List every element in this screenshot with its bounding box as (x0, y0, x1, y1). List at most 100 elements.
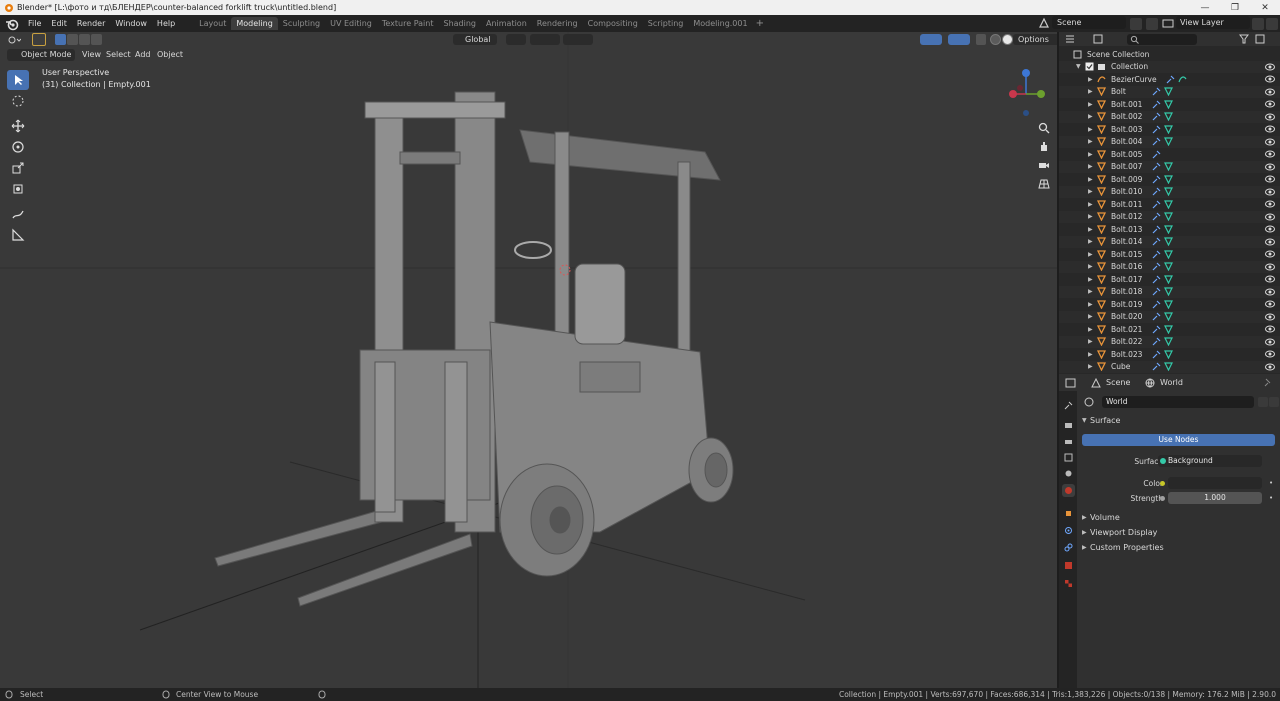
eye-icon[interactable] (1265, 124, 1275, 134)
outliner-item[interactable]: ▶ Bolt.013 (1059, 223, 1280, 236)
modifier-wrench-icon[interactable] (1152, 300, 1161, 309)
mesh-data-icon[interactable] (1164, 100, 1173, 109)
eye-icon[interactable] (1265, 324, 1275, 334)
modifier-wrench-icon[interactable] (1152, 162, 1161, 171)
close-button[interactable]: ✕ (1250, 0, 1280, 15)
outliner-item[interactable]: ▶ Bolt.005 (1059, 148, 1280, 161)
proportional-editing-toggle[interactable] (563, 34, 593, 45)
gizmo-toggle[interactable] (920, 34, 942, 45)
expand-arrow-icon[interactable]: ▶ (1088, 138, 1093, 145)
expand-arrow-icon[interactable]: ▶ (1088, 276, 1093, 283)
pin-icon[interactable] (1263, 378, 1273, 388)
eye-icon[interactable] (1265, 362, 1275, 372)
xray-toggle[interactable] (976, 34, 986, 45)
menu-window[interactable]: Window (110, 19, 152, 28)
strength-field[interactable]: 1.000 (1168, 492, 1262, 504)
modifier-wrench-icon[interactable] (1152, 112, 1161, 121)
tab-object[interactable] (1062, 507, 1075, 520)
outliner-search-input[interactable] (1127, 34, 1197, 45)
outliner-collection[interactable]: ▼ Collection (1059, 60, 1280, 73)
pan-button[interactable] (1036, 138, 1052, 154)
modifier-wrench-icon[interactable] (1152, 175, 1161, 184)
modifier-wrench-icon[interactable] (1166, 75, 1175, 84)
new-view-layer-button[interactable] (1252, 18, 1264, 30)
expand-arrow-icon[interactable]: ▶ (1088, 151, 1093, 158)
expand-arrow-icon[interactable]: ▶ (1088, 201, 1093, 208)
expand-arrow-icon[interactable]: ▶ (1088, 163, 1093, 170)
maximize-button[interactable]: ❐ (1220, 0, 1250, 15)
expand-arrow-icon[interactable]: ▶ (1088, 338, 1093, 345)
mesh-data-icon[interactable] (1164, 300, 1173, 309)
add-workspace-button[interactable]: + (756, 18, 764, 29)
tab-rendering[interactable]: Rendering (532, 17, 583, 30)
mode-invert-selection-button[interactable] (91, 34, 102, 45)
modifier-wrench-icon[interactable] (1152, 337, 1161, 346)
modifier-wrench-icon[interactable] (1152, 350, 1161, 359)
mesh-data-icon[interactable] (1164, 325, 1173, 334)
outliner-item[interactable]: ▶ Bolt.003 (1059, 123, 1280, 136)
tab-texture[interactable] (1062, 577, 1075, 590)
modifier-wrench-icon[interactable] (1152, 237, 1161, 246)
expand-arrow-icon[interactable]: ▶ (1088, 213, 1093, 220)
expand-arrow-icon[interactable]: ▶ (1088, 126, 1093, 133)
keyframe-dot-icon[interactable]: • (1269, 479, 1273, 487)
outliner-item[interactable]: ▶ Bolt.001 (1059, 98, 1280, 111)
new-collection-icon[interactable] (1255, 34, 1267, 44)
view-layer-selector[interactable]: View Layer (1176, 16, 1250, 29)
blender-logo-icon[interactable] (5, 17, 19, 31)
tab-uv-editing[interactable]: UV Editing (325, 17, 377, 30)
modifier-wrench-icon[interactable] (1152, 325, 1161, 334)
mode-subtract-selection-button[interactable] (79, 34, 90, 45)
mesh-data-icon[interactable] (1164, 112, 1173, 122)
tab-animation[interactable]: Animation (481, 17, 532, 30)
mesh-data-icon[interactable] (1164, 200, 1173, 209)
tab-view-layer[interactable] (1062, 451, 1075, 464)
modifier-wrench-icon[interactable] (1152, 262, 1161, 271)
expand-arrow-icon[interactable]: ▶ (1088, 238, 1093, 245)
mode-new-selection-button[interactable] (55, 34, 66, 45)
tool-cursor[interactable] (7, 91, 29, 111)
tab-sculpting[interactable]: Sculpting (278, 17, 325, 30)
checkbox-icon[interactable] (1085, 62, 1094, 71)
outliner-item[interactable]: ▶ Bolt.017 (1059, 273, 1280, 286)
modifier-wrench-icon[interactable] (1152, 200, 1161, 209)
modifier-wrench-icon[interactable] (1152, 250, 1161, 259)
eye-icon[interactable] (1265, 174, 1275, 184)
viewport-menu-add[interactable]: Add (135, 49, 151, 61)
expand-arrow-icon[interactable]: ▶ (1088, 288, 1093, 295)
outliner-item[interactable]: ▶ BezierCurve (1059, 73, 1280, 86)
modifier-wrench-icon[interactable] (1152, 150, 1161, 159)
fake-user-button[interactable] (1258, 397, 1268, 407)
expand-arrow-icon[interactable]: ▶ (1088, 113, 1093, 120)
expand-arrow-icon[interactable]: ▶ (1088, 76, 1093, 83)
expand-arrow-icon[interactable]: ▶ (1088, 226, 1093, 233)
tab-world[interactable] (1062, 484, 1075, 497)
outliner-item[interactable]: ▶ Bolt.014 (1059, 235, 1280, 248)
modifier-wrench-icon[interactable] (1152, 275, 1161, 284)
shading-wireframe-button[interactable] (990, 34, 1001, 45)
menu-help[interactable]: Help (152, 19, 180, 28)
outliner-item[interactable]: ▶ Bolt.009 (1059, 173, 1280, 186)
eye-icon[interactable] (1265, 299, 1275, 309)
tab-scene[interactable] (1062, 467, 1075, 480)
mesh-data-icon[interactable] (1164, 275, 1173, 284)
object-mode-select[interactable]: Object Mode (7, 49, 76, 61)
eye-icon[interactable] (1265, 237, 1275, 247)
tool-select-box[interactable] (7, 70, 29, 90)
eye-icon[interactable] (1265, 349, 1275, 359)
mesh-data-icon[interactable] (1164, 312, 1173, 322)
world-name-field[interactable]: World (1102, 396, 1254, 408)
outliner-item[interactable]: ▶ Bolt.016 (1059, 260, 1280, 273)
viewport-menu-select[interactable]: Select (106, 49, 131, 61)
viewport-menu-view[interactable]: View (82, 49, 101, 61)
delete-view-layer-button[interactable] (1266, 18, 1278, 30)
properties-editor-icon[interactable] (1065, 378, 1081, 388)
scene-selector[interactable]: Scene (1052, 16, 1126, 29)
mesh-data-icon[interactable] (1164, 87, 1173, 97)
outliner-item[interactable]: ▶ Bolt.020 (1059, 310, 1280, 323)
outliner-item[interactable]: ▶ Bolt.007 (1059, 160, 1280, 173)
mesh-data-icon[interactable] (1164, 350, 1173, 359)
new-world-button[interactable] (1269, 397, 1279, 407)
navigation-gizmo[interactable] (1002, 66, 1052, 118)
modifier-wrench-icon[interactable] (1152, 87, 1161, 96)
